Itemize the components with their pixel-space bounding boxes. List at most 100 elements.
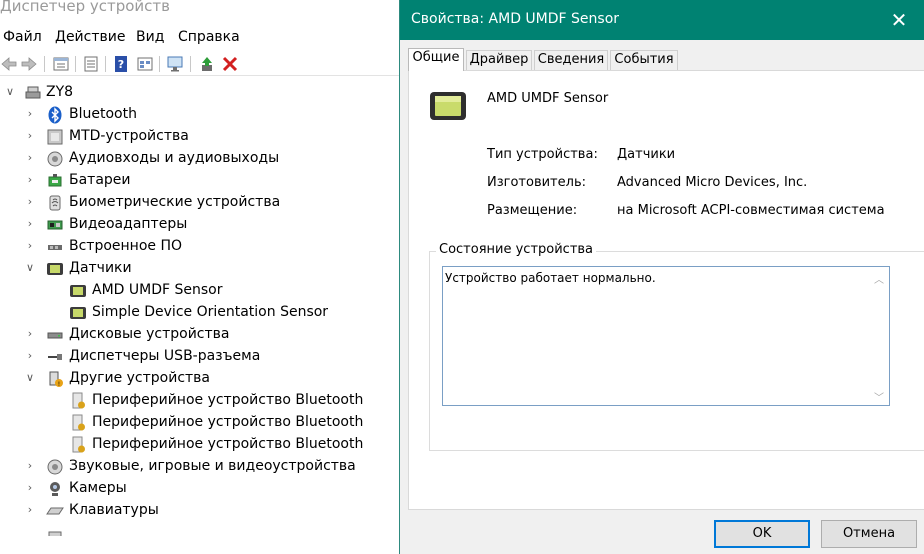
tree-item-label: Видеоадаптеры [69,216,188,232]
tree-item-keyboards[interactable]: › Клавиатуры [0,500,400,522]
tree-item-label: Биометрические устройства [69,194,281,210]
tree-item-firmware[interactable]: › Встроенное ПО [0,236,400,258]
tree-item-label: MTD-устройства [69,128,189,144]
properties-icon[interactable] [52,55,70,73]
display-adapter-icon [47,220,63,230]
menu-view[interactable]: Вид [136,29,164,45]
sensor-icon [70,307,86,319]
chevron-right-icon[interactable]: › [24,349,36,363]
scroll-down-icon[interactable]: ﹀ [873,389,885,404]
chevron-down-icon[interactable]: ∨ [4,85,16,99]
chevron-right-icon[interactable]: › [24,481,36,495]
tree-item-bt-peripheral-2[interactable]: Периферийное устройство Bluetooth [0,412,400,434]
tree-item-label: Камеры [69,480,127,496]
chevron-right-icon[interactable]: › [24,107,36,121]
window-title: Диспетчер устройств [0,0,171,15]
chevron-right-icon[interactable]: › [24,195,36,209]
device-icon [48,531,62,536]
uninstall-icon[interactable] [221,55,239,73]
tree-item-usb-connectors[interactable]: › Диспетчеры USB-разъема [0,346,400,368]
tab-events[interactable]: События [610,50,678,70]
menu-action[interactable]: Действие [55,29,125,45]
tree-item-bt-peripheral-1[interactable]: Периферийное устройство Bluetooth [0,390,400,412]
computer-icon [25,86,41,99]
tree-item-mtd[interactable]: › MTD-устройства [0,126,400,148]
view-icon[interactable] [136,55,154,73]
usb-connector-icon [48,354,62,360]
tree-item-label: Периферийное устройство Bluetooth [92,414,364,430]
device-status-textbox[interactable]: Устройство работает нормально. ︿ ﹀ [442,266,890,406]
chevron-right-icon[interactable]: › [24,151,36,165]
manufacturer-value: Advanced Micro Devices, Inc. [617,175,808,190]
tree-item-audio[interactable]: › Аудиовходы и аудиовыходы [0,148,400,170]
tree-item-batteries[interactable]: › Батареи [0,170,400,192]
svg-text:?: ? [118,58,124,71]
close-icon[interactable]: ✕ [887,8,911,32]
tree-item-label: Клавиатуры [69,502,159,518]
tab-general[interactable]: Общие [408,48,464,71]
tree-root[interactable]: ∨ ZY8 [0,82,400,104]
menu-help[interactable]: Справка [178,29,240,45]
tree-item-sound[interactable]: › Звуковые, игровые и видеоустройства [0,456,400,478]
dialog-titlebar[interactable]: Свойства: AMD UMDF Sensor ✕ [400,0,924,40]
tree-item-label: Датчики [69,260,132,276]
keyboard-icon [46,507,64,515]
chevron-right-icon[interactable]: › [24,129,36,143]
other-devices-icon: ! [49,371,63,388]
cancel-button[interactable]: Отмена [821,520,917,548]
tree-item-cameras[interactable]: › Камеры [0,478,400,500]
fingerprint-icon [49,195,61,211]
tree-item-display-adapters[interactable]: › Видеоадаптеры [0,214,400,236]
chevron-right-icon[interactable]: › [24,217,36,231]
device-type-value: Датчики [617,147,676,162]
chevron-right-icon[interactable]: › [24,459,36,473]
menu-bar: Файл Действие Вид Справка [0,27,400,49]
battery-icon [48,174,62,187]
unknown-device-icon [72,392,85,409]
tree-item-disk-drives[interactable]: › Дисковые устройства [0,324,400,346]
chevron-right-icon[interactable]: › [24,173,36,187]
device-manager-window: Диспетчер устройств Файл Действие Вид Сп… [0,0,400,554]
tree-item-label: Диспетчеры USB-разъема [69,348,261,364]
chevron-down-icon[interactable]: ∨ [24,371,36,385]
menu-file[interactable]: Файл [3,29,42,45]
device-manager-titlebar: Диспетчер устройств [0,0,400,22]
tree-item-partial [0,522,400,536]
chevron-right-icon[interactable]: › [24,239,36,253]
tree-item-sensors[interactable]: ∨ Датчики [0,258,400,280]
tree-item-other-devices[interactable]: ∨ ! Другие устройства [0,368,400,390]
forward-arrow-icon[interactable] [20,55,38,73]
tree-item-bt-peripheral-3[interactable]: Периферийное устройство Bluetooth [0,434,400,456]
tab-driver[interactable]: Драйвер [466,50,532,70]
chevron-right-icon[interactable]: › [24,327,36,341]
tree-item-biometric[interactable]: › Биометрические устройства [0,192,400,214]
device-name: AMD UMDF Sensor [487,91,609,106]
tree-root-label: ZY8 [46,84,74,100]
tab-details[interactable]: Сведения [534,50,608,70]
properties-dialog: Свойства: AMD UMDF Sensor ✕ Общие Драйве… [399,0,924,554]
chevron-right-icon[interactable]: › [24,503,36,517]
enable-device-icon[interactable] [198,55,216,73]
help-icon[interactable]: ? [112,55,130,73]
tree-item-label: Аудиовходы и аудиовыходы [69,150,280,166]
tree-item-label: AMD UMDF Sensor [92,282,223,298]
tree-item-label: Дисковые устройства [69,326,230,342]
scroll-up-icon[interactable]: ︿ [873,271,885,286]
update-driver-icon[interactable] [82,55,100,73]
firmware-icon [48,245,62,250]
tree-item-label: Батареи [69,172,131,188]
tree-item-amd-umdf-sensor[interactable]: AMD UMDF Sensor [0,280,400,302]
sound-device-icon [47,459,63,475]
tree-item-label: Звуковые, игровые и видеоустройства [69,458,356,474]
ok-button[interactable]: OK [714,520,810,548]
tree-item-orientation-sensor[interactable]: Simple Device Orientation Sensor [0,302,400,324]
scan-hardware-icon[interactable] [166,55,184,73]
device-status-group: Состояние устройства Устройство работает… [429,242,924,451]
chevron-down-icon[interactable]: ∨ [24,261,36,275]
device-type-label: Тип устройства: [487,147,598,162]
tree-item-bluetooth[interactable]: › Bluetooth [0,104,400,126]
tree-item-label: Bluetooth [69,106,137,122]
camera-icon [50,482,60,496]
back-arrow-icon[interactable] [0,55,18,73]
tree-item-label: Другие устройства [69,370,210,386]
